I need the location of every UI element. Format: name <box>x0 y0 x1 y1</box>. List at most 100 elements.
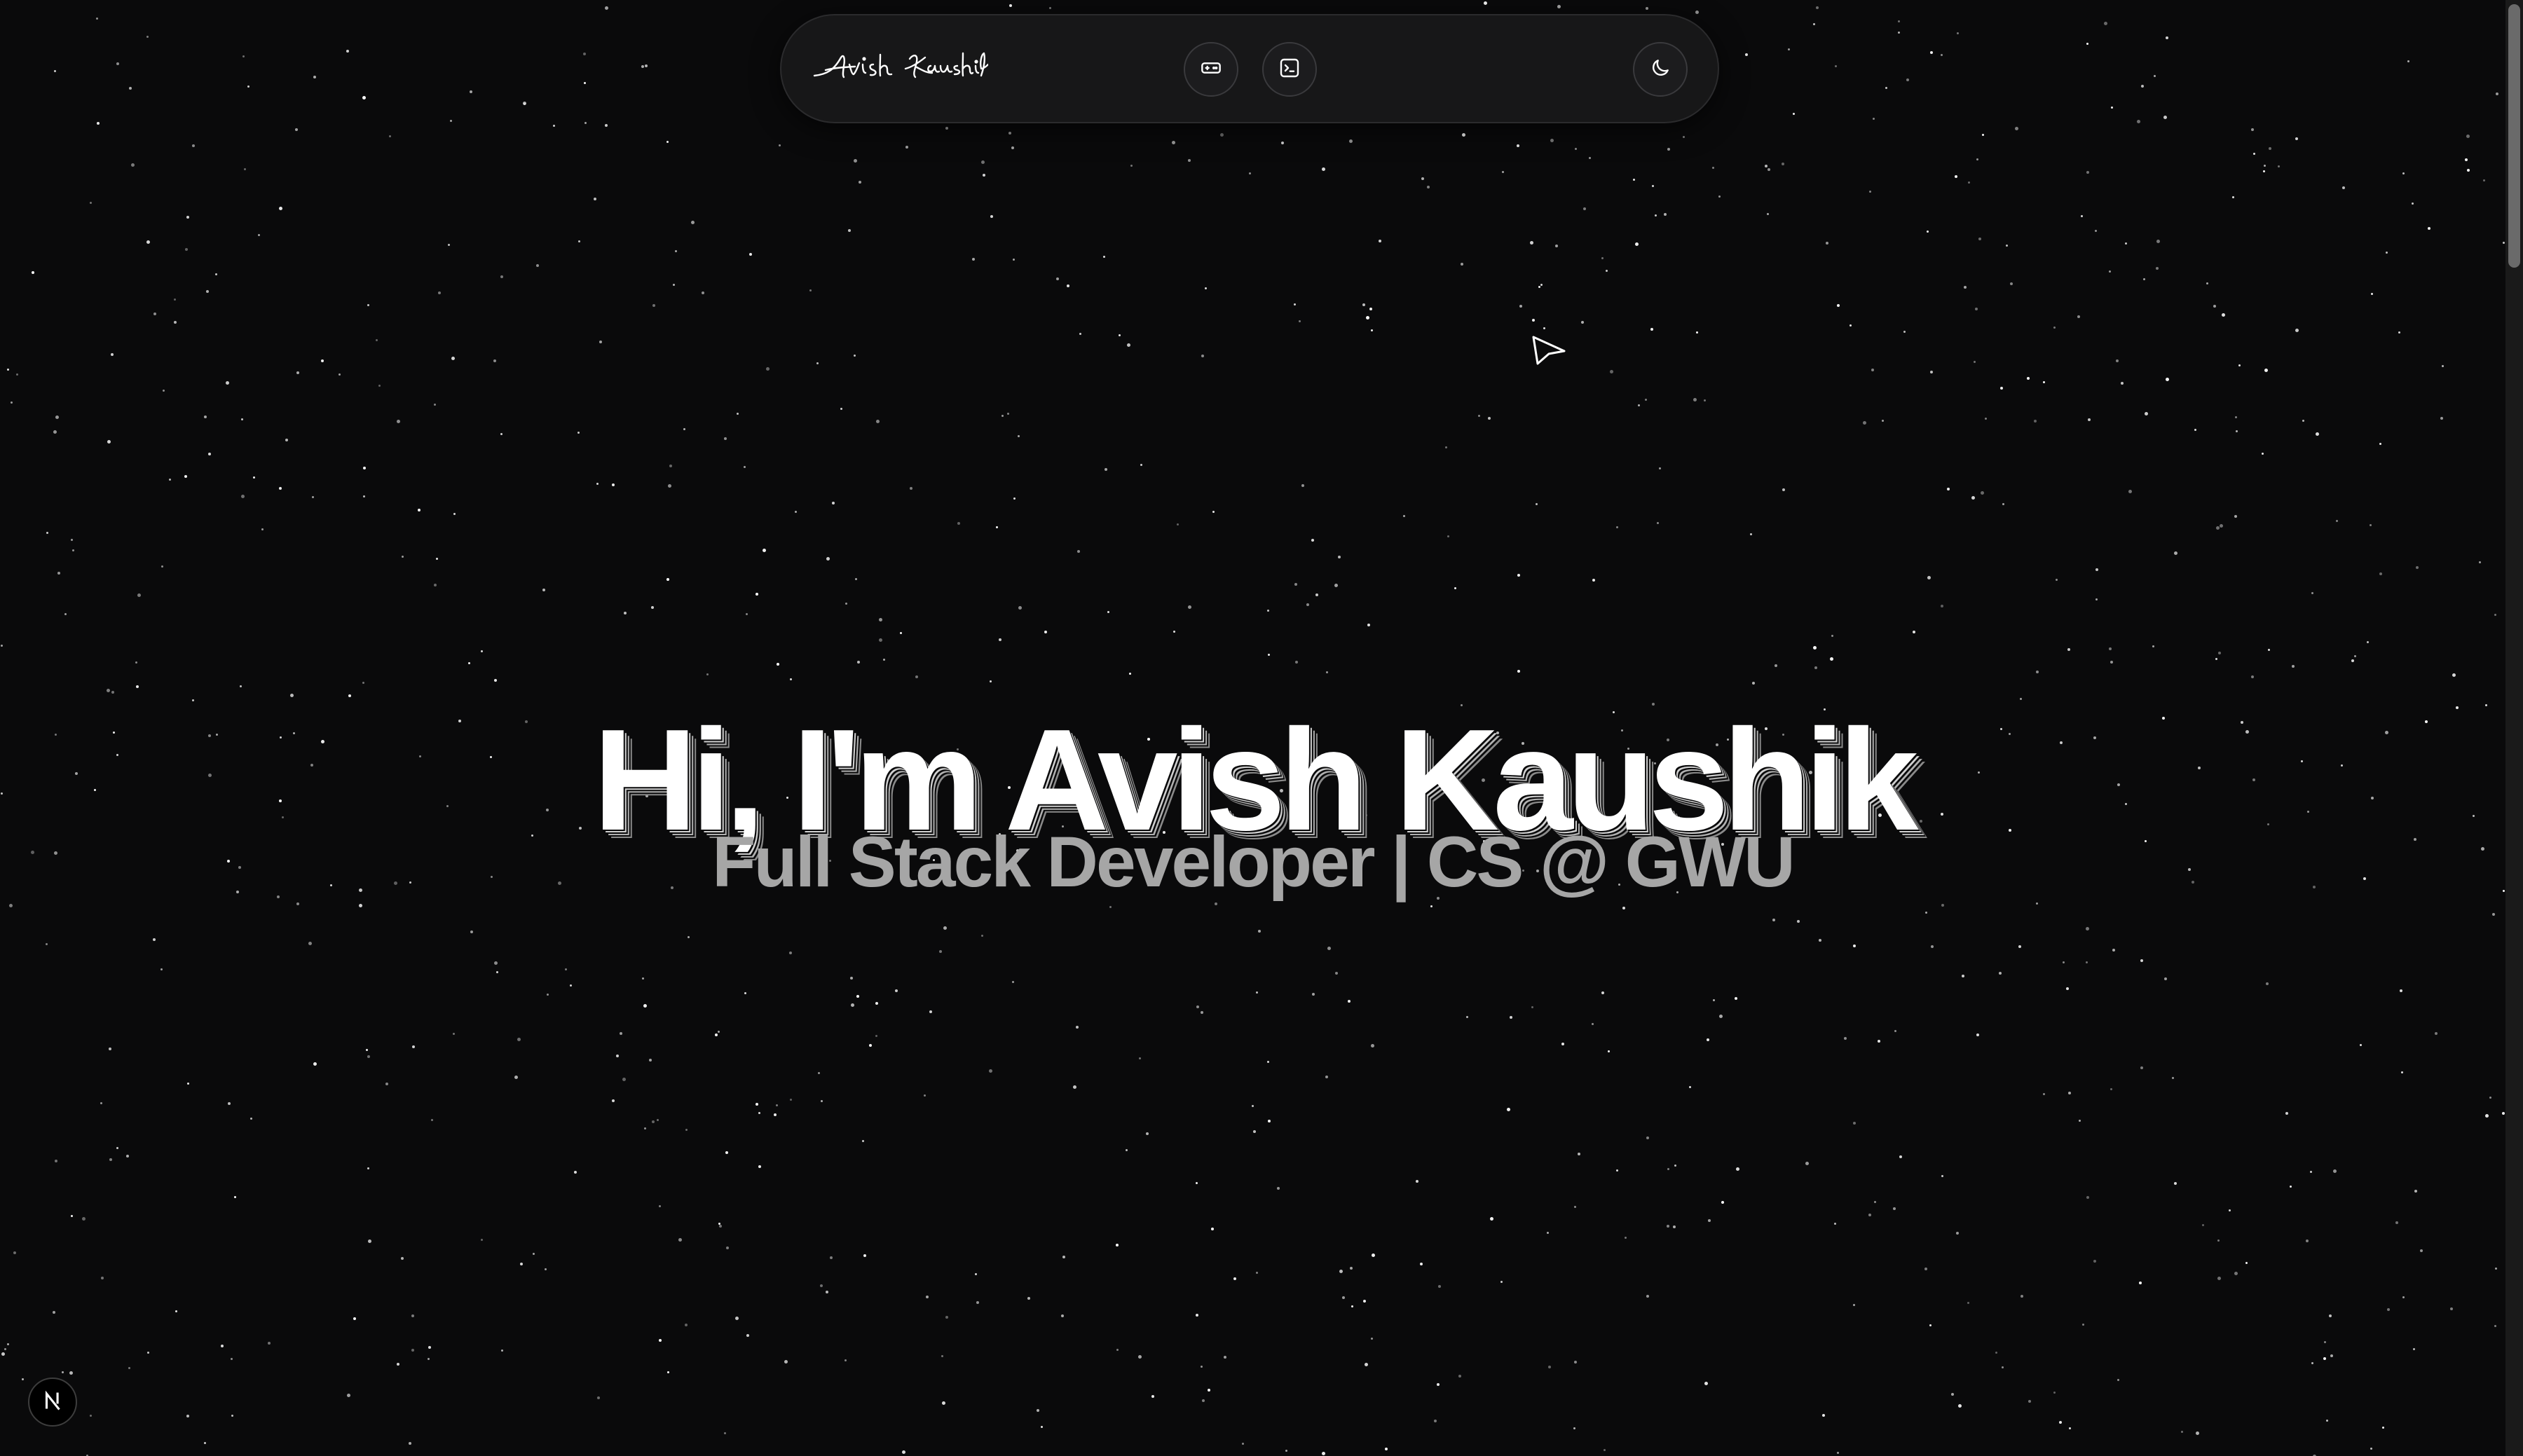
star <box>1037 1409 1039 1412</box>
star <box>46 532 48 534</box>
star <box>673 284 675 286</box>
star <box>990 680 992 682</box>
star <box>1212 511 1215 513</box>
star <box>1695 11 1699 14</box>
star <box>453 513 456 515</box>
theme-toggle-button[interactable] <box>1633 42 1688 97</box>
star <box>826 1291 828 1293</box>
star <box>1372 1254 1375 1257</box>
star <box>2360 1044 2362 1046</box>
star <box>644 1127 646 1129</box>
star <box>999 638 1001 641</box>
star <box>1220 133 1224 137</box>
star <box>879 618 882 621</box>
star <box>1693 398 1697 401</box>
star <box>1930 51 1933 54</box>
star <box>1903 331 1906 333</box>
star <box>1882 420 1884 422</box>
star <box>185 248 188 251</box>
star <box>1146 1132 1149 1135</box>
star <box>359 904 362 907</box>
star <box>816 362 819 364</box>
star <box>2202 1224 2204 1226</box>
star <box>1445 446 1447 448</box>
star <box>501 1349 503 1352</box>
star <box>905 146 908 149</box>
star <box>431 1119 433 1121</box>
star <box>2220 524 2223 528</box>
scrollbar-thumb[interactable] <box>2508 4 2520 268</box>
star <box>1119 334 1121 336</box>
star <box>1371 1338 1373 1340</box>
star <box>1301 484 1304 487</box>
star <box>735 1317 739 1320</box>
star <box>1363 1300 1366 1303</box>
star <box>1466 1016 1468 1018</box>
star <box>1667 1168 1669 1170</box>
star <box>2295 137 2298 140</box>
star <box>1683 136 1685 138</box>
star <box>187 1083 189 1085</box>
star <box>851 1003 854 1007</box>
game-button[interactable] <box>1184 42 1238 97</box>
star <box>976 1301 979 1304</box>
star <box>1 645 3 647</box>
star <box>599 341 602 343</box>
star <box>2351 659 2354 662</box>
star <box>500 433 502 435</box>
star <box>2306 1239 2309 1242</box>
star <box>290 694 294 697</box>
star <box>2479 561 2481 563</box>
nextjs-dev-indicator-button[interactable] <box>28 1378 77 1427</box>
star <box>1013 497 1016 500</box>
star <box>1667 1225 1669 1228</box>
star <box>2082 1324 2084 1326</box>
star <box>453 1033 455 1035</box>
star <box>353 1317 356 1320</box>
star <box>1129 673 1131 675</box>
star <box>744 466 746 468</box>
star <box>2235 416 2237 418</box>
star <box>758 1112 760 1114</box>
star <box>174 298 176 301</box>
star <box>1925 912 1927 914</box>
star <box>2067 648 2070 651</box>
star <box>2139 1282 2142 1284</box>
star <box>1822 1414 1825 1417</box>
star <box>1956 1232 1959 1235</box>
star <box>869 1044 872 1047</box>
star <box>500 275 503 278</box>
star <box>845 1359 847 1361</box>
star <box>2110 1088 2112 1090</box>
star <box>746 1334 749 1337</box>
star <box>854 159 857 163</box>
star <box>208 453 211 455</box>
star <box>1767 213 1769 215</box>
star <box>763 549 766 552</box>
star <box>1454 587 1456 589</box>
star <box>2043 1093 2045 1095</box>
star <box>845 603 847 605</box>
star <box>1009 4 1012 7</box>
star <box>2143 278 2145 280</box>
star <box>856 995 859 998</box>
star <box>981 160 985 164</box>
star <box>397 1363 399 1366</box>
star <box>2253 153 2255 155</box>
star <box>1079 333 1081 335</box>
star <box>1315 593 1318 596</box>
terminal-button[interactable] <box>1262 42 1317 97</box>
star <box>2043 381 2045 383</box>
signature-logo[interactable] <box>813 45 990 95</box>
star <box>1604 1449 1606 1451</box>
star <box>641 65 644 68</box>
star <box>215 273 217 275</box>
star <box>481 650 483 652</box>
star <box>231 1415 233 1417</box>
star <box>434 404 436 406</box>
star <box>924 1094 926 1097</box>
star <box>1655 214 1657 217</box>
star <box>1267 1061 1269 1063</box>
star <box>1985 418 1987 420</box>
star <box>855 578 857 580</box>
